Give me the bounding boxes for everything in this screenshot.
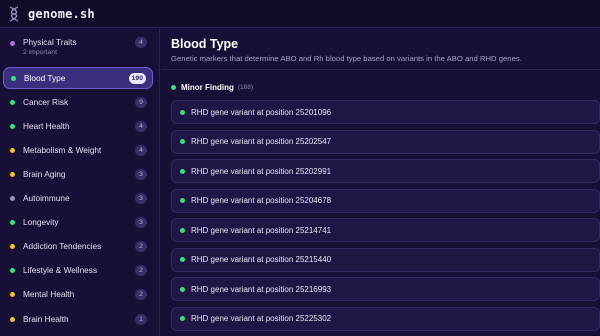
sidebar-item-label: Cancer Risk — [23, 97, 69, 107]
status-dot — [180, 168, 185, 174]
count-badge: 3 — [135, 168, 147, 180]
finding-row[interactable]: RHD gene variant at position 25225302 — [171, 306, 600, 331]
sidebar-item-label: Autoimmune — [23, 193, 70, 203]
sidebar-item-addiction-tendencies[interactable]: Addiction Tendencies 2 — [3, 235, 153, 257]
count-badge: 4 — [135, 120, 147, 132]
category-sidebar: Physical Traits 2 important 4 Blood Type 190… — [0, 29, 160, 336]
sidebar-item-cancer-risk[interactable]: Cancer Risk 9 — [3, 91, 153, 113]
sidebar-item-text: Brain Aging — [23, 169, 135, 179]
count-badge: 9 — [135, 96, 147, 108]
finding-text: RHD gene variant at position 25215440 — [191, 255, 332, 264]
count-badge: 1 — [135, 313, 147, 325]
page-title: Blood Type — [171, 37, 239, 51]
sidebar-item-text: Addiction Tendencies — [23, 241, 135, 251]
sidebar-item-blood-type[interactable]: Blood Type 190 — [3, 67, 153, 89]
sidebar-item-mental-health[interactable]: Mental Health 2 — [3, 283, 153, 305]
status-dot — [10, 99, 15, 105]
sidebar-item-text: Mental Health — [23, 289, 135, 299]
top-bar: genome.sh — [0, 0, 600, 28]
sidebar-item-label: Addiction Tendencies — [23, 241, 102, 251]
section-header-minor-finding: Minor Finding (188) — [171, 83, 253, 92]
finding-text: RHD gene variant at position 25225302 — [191, 314, 332, 323]
status-dot — [180, 139, 185, 144]
status-dot — [171, 85, 176, 90]
section-count: (188) — [237, 84, 254, 91]
count-badge: 3 — [135, 192, 147, 204]
status-dot — [10, 41, 15, 46]
finding-row[interactable]: RHD gene variant at position 25215440 — [171, 247, 600, 272]
sidebar-item-text: Lifestyle & Wellness — [23, 265, 135, 275]
count-badge: 2 — [135, 240, 147, 252]
status-dot — [10, 171, 15, 177]
status-dot — [10, 291, 15, 297]
count-badge: 4 — [135, 37, 147, 48]
sidebar-item-text: Autoimmune — [23, 193, 135, 203]
sidebar-item-longevity[interactable]: Longevity 3 — [3, 211, 153, 233]
sidebar-item-sublabel: 2 important — [23, 49, 58, 56]
finding-row[interactable]: RHD gene variant at position 25204678 — [171, 188, 600, 213]
sidebar-item-text: Brain Health — [23, 314, 135, 324]
sidebar-item-brain-health[interactable]: Brain Health 1 — [3, 308, 153, 330]
sidebar-item-text: Heart Health — [23, 121, 135, 131]
sidebar-item-text: Metabolism & Weight — [23, 145, 135, 155]
status-dot — [180, 316, 185, 321]
sidebar-item-text: Longevity — [23, 217, 135, 227]
finding-text: RHD gene variant at position 25202991 — [191, 166, 332, 176]
sidebar-item-text: Cancer Risk — [23, 97, 135, 107]
sidebar-item-label: Heart Health — [23, 121, 70, 131]
status-dot — [180, 227, 185, 233]
finding-text: RHD gene variant at position 25201096 — [191, 107, 332, 117]
sidebar-item-autoimmune[interactable]: Autoimmune 3 — [3, 187, 153, 209]
main-panel: Blood Type Genetic markers that determin… — [161, 29, 600, 336]
finding-text: RHD gene variant at position 25214741 — [191, 225, 332, 235]
sidebar-item-label: Brain Aging — [23, 169, 66, 179]
header-divider — [161, 69, 600, 70]
finding-row[interactable]: RHD gene variant at position 25214741 — [171, 218, 600, 242]
finding-row[interactable]: RHD gene variant at position 25201096 — [171, 100, 600, 124]
finding-row[interactable]: RHD gene variant at position 25216993 — [171, 277, 600, 301]
status-dot — [10, 219, 15, 225]
sidebar-item-physical-traits[interactable]: Physical Traits 2 important 4 — [3, 33, 153, 63]
count-badge: 190 — [128, 72, 146, 84]
sidebar-item-lifestyle-wellness[interactable]: Lifestyle & Wellness 2 — [3, 259, 153, 281]
status-dot — [10, 123, 15, 129]
sidebar-item-metabolism-weight[interactable]: Metabolism & Weight 4 — [3, 139, 153, 161]
sidebar-item-label: Lifestyle & Wellness — [23, 265, 98, 275]
sidebar-item-label: Blood Type — [24, 73, 66, 83]
status-dot — [180, 109, 185, 115]
sidebar-item-brain-aging[interactable]: Brain Aging 3 — [3, 163, 153, 185]
section-label: Minor Finding — [181, 83, 234, 92]
status-dot — [180, 198, 185, 203]
count-badge: 2 — [135, 288, 147, 300]
finding-text: RHD gene variant at position 25202547 — [191, 137, 332, 146]
sidebar-item-heart-health[interactable]: Heart Health 4 — [3, 115, 153, 137]
status-dot — [10, 267, 15, 273]
status-dot — [10, 316, 15, 322]
status-dot — [180, 257, 185, 262]
status-dot — [10, 195, 15, 201]
app-title: genome.sh — [28, 6, 95, 21]
dna-icon — [9, 5, 19, 22]
status-dot — [10, 243, 15, 249]
sidebar-item-label: Mental Health — [23, 289, 75, 299]
finding-row[interactable]: RHD gene variant at position 25202991 — [171, 159, 600, 183]
sidebar-item-label: Physical Traits — [23, 37, 77, 47]
sidebar-item-text: Physical Traits 2 important — [23, 37, 135, 56]
count-badge: 4 — [135, 144, 147, 156]
finding-text: RHD gene variant at position 25216993 — [191, 284, 332, 294]
count-badge: 3 — [135, 216, 147, 228]
status-dot — [180, 286, 185, 292]
finding-row[interactable]: RHD gene variant at position 25202547 — [171, 129, 600, 154]
status-dot — [10, 147, 15, 153]
finding-text: RHD gene variant at position 25204678 — [191, 196, 332, 205]
page-description: Genetic markers that determine ABO and R… — [171, 54, 522, 63]
sidebar-item-label: Brain Health — [23, 314, 69, 324]
count-badge: 2 — [135, 264, 147, 276]
status-dot — [11, 75, 16, 81]
sidebar-item-text: Blood Type — [24, 73, 129, 83]
sidebar-item-label: Longevity — [23, 217, 59, 227]
sidebar-item-label: Metabolism & Weight — [23, 145, 102, 155]
